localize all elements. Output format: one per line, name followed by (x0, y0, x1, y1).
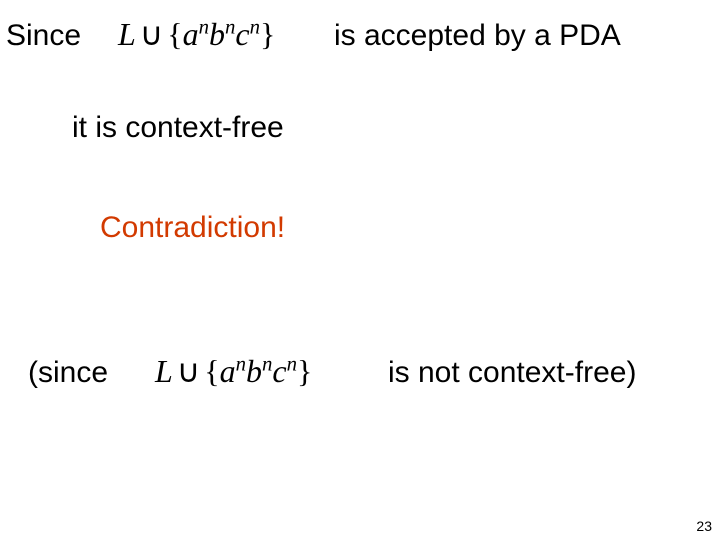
text-is-not-cf: is not context-free) (388, 356, 636, 389)
math2-c: c (272, 353, 286, 389)
math2-L: L (155, 353, 173, 389)
math-n2: n (225, 15, 235, 38)
math-n1: n (199, 15, 209, 38)
text-not-context-free: is not context-free) (388, 355, 636, 391)
math-n3: n (250, 15, 260, 38)
text-accepted: is accepted by a PDA (334, 19, 621, 52)
math-open-brace: { (167, 16, 182, 52)
line-since: Since (6, 18, 81, 54)
math2-a: a (220, 353, 236, 389)
math2-n2: n (262, 352, 272, 375)
line-contradiction: Contradiction! (100, 210, 285, 246)
math-expression-1: L∪{anbncn} (118, 15, 275, 53)
math-close-brace: } (260, 16, 275, 52)
math-a: a (183, 16, 199, 52)
line-since-paren: (since (28, 355, 108, 391)
math2-open-brace: { (204, 353, 219, 389)
text-open-paren-since: (since (28, 356, 108, 389)
math-L: L (118, 16, 136, 52)
text-accepted-by-pda: is accepted by a PDA (334, 18, 621, 54)
text-it-is-context-free: it is context-free (72, 111, 284, 144)
math2-union: ∪ (173, 353, 204, 389)
math-b: b (209, 16, 225, 52)
math2-close-brace: } (297, 353, 312, 389)
slide: Since L∪{anbncn} is accepted by a PDA it… (0, 0, 720, 540)
page-number-value: 23 (696, 518, 712, 534)
text-since: Since (6, 19, 81, 52)
math2-b: b (246, 353, 262, 389)
line-context-free: it is context-free (72, 110, 284, 146)
math-union: ∪ (136, 16, 167, 52)
math-expression-2: L∪{anbncn} (155, 352, 312, 390)
text-contradiction: Contradiction! (100, 211, 285, 244)
page-number: 23 (696, 518, 712, 534)
math-c: c (235, 16, 249, 52)
math2-n3: n (287, 352, 297, 375)
math2-n1: n (236, 352, 246, 375)
